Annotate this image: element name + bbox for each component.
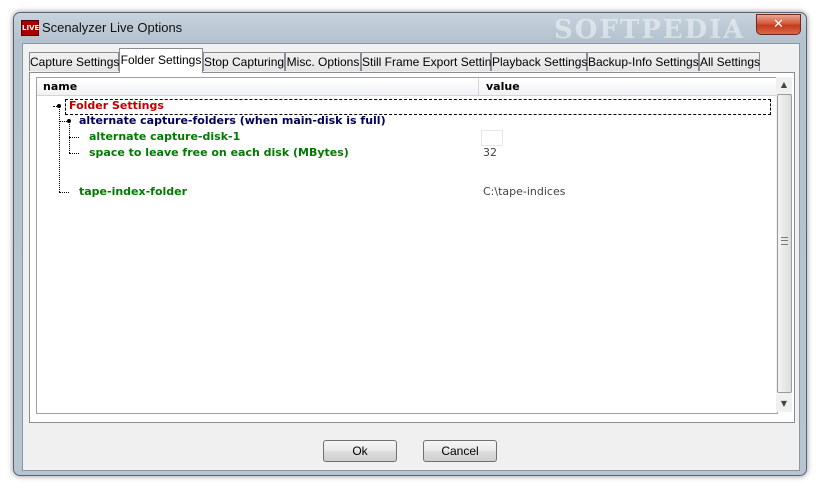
column-header-value[interactable]: value <box>480 78 772 95</box>
tree-node-dot <box>57 104 61 108</box>
tab-panel: name value Folder Settings alternate cap… <box>29 72 795 423</box>
settings-tree[interactable]: name value Folder Settings alternate cap… <box>36 77 778 414</box>
tree-connector <box>69 153 79 154</box>
dialog-body: Capture Settings Folder Settings Stop Ca… <box>22 43 800 471</box>
tree-connector <box>69 137 79 138</box>
scroll-down-icon[interactable]: ▼ <box>776 396 792 412</box>
tree-connector <box>59 192 69 193</box>
value-alternate-capture-disk-1[interactable] <box>481 130 503 146</box>
grip-icon <box>781 237 788 245</box>
app-icon[interactable]: LIVE <box>21 20 39 36</box>
scrollbar-thumb[interactable] <box>777 94 792 393</box>
ok-button[interactable]: Ok <box>323 440 397 462</box>
tab-stop-capturing[interactable]: Stop Capturing <box>203 52 285 71</box>
window-title: Scenalyzer Live Options <box>42 20 183 35</box>
tab-capture-settings[interactable]: Capture Settings <box>29 52 119 71</box>
tree-item-alternate-capture-folders[interactable]: alternate capture-folders (when main-dis… <box>79 114 386 128</box>
tab-still-frame-export-settings[interactable]: Still Frame Export Settings <box>361 52 504 71</box>
tab-misc-options[interactable]: Misc. Options <box>285 52 361 71</box>
value-space-to-leave-free[interactable]: 32 <box>483 146 503 160</box>
close-icon: ✕ <box>773 17 784 32</box>
close-button[interactable]: ✕ <box>756 14 801 35</box>
options-window: LIVE Scenalyzer Live Options SOFTPEDIA ✕… <box>13 12 807 476</box>
value-tape-index-folder[interactable]: C:\tape-indices <box>483 185 565 199</box>
vertical-scrollbar[interactable]: ▲ ▼ <box>776 77 792 412</box>
title-bar[interactable]: LIVE Scenalyzer Live Options SOFTPEDIA ✕ <box>14 13 806 45</box>
tree-item-tape-index-folder[interactable]: tape-index-folder <box>79 185 187 199</box>
tree-item-folder-settings[interactable]: Folder Settings <box>69 99 164 113</box>
tab-playback-settings[interactable]: Playback Settings <box>491 52 587 71</box>
tab-all-settings[interactable]: All Settings <box>699 52 760 71</box>
tree-header: name value <box>37 78 777 96</box>
scroll-up-icon[interactable]: ▲ <box>776 77 792 93</box>
cancel-button[interactable]: Cancel <box>423 440 497 462</box>
tab-folder-settings[interactable]: Folder Settings <box>119 48 203 73</box>
tree-connector <box>59 106 60 192</box>
tree-item-alternate-capture-disk-1[interactable]: alternate capture-disk-1 <box>89 130 240 144</box>
watermark: SOFTPEDIA <box>554 15 746 45</box>
tab-backup-info-settings[interactable]: Backup-Info Settings <box>587 52 699 71</box>
focus-rectangle <box>65 99 771 115</box>
tree-item-space-to-leave-free[interactable]: space to leave free on each disk (MBytes… <box>89 146 349 160</box>
column-header-name[interactable]: name <box>37 78 479 95</box>
